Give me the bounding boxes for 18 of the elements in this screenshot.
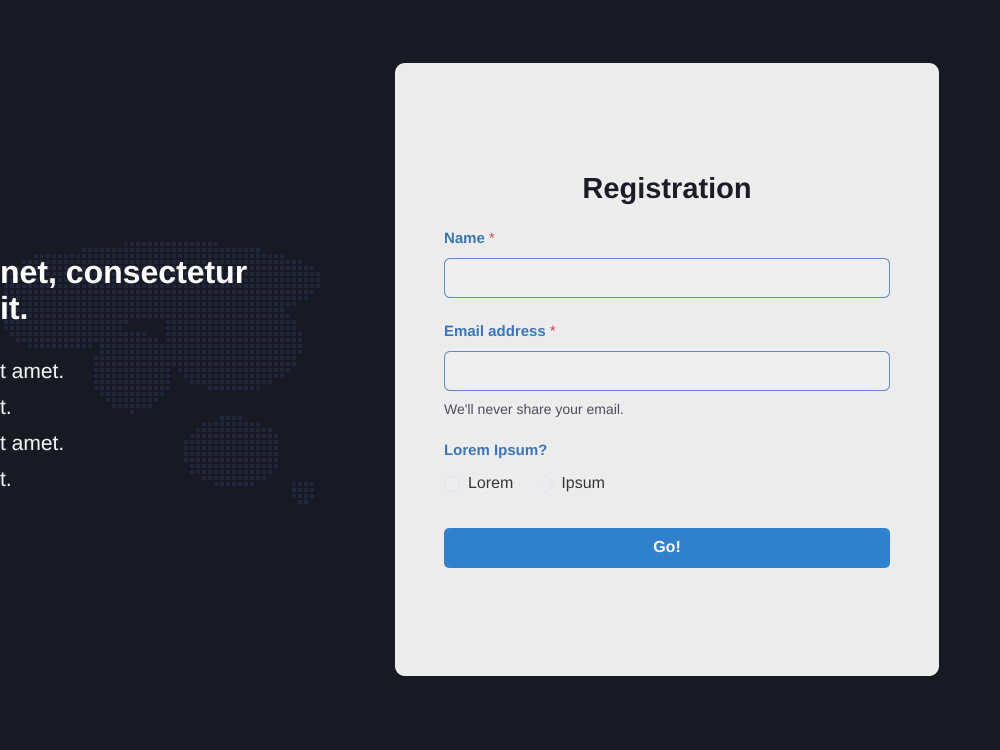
hero-text-line: t. xyxy=(0,395,12,421)
required-mark: * xyxy=(488,229,495,249)
hero-text-line: t amet. xyxy=(0,431,64,457)
hero-heading-line: net, consectetur xyxy=(0,254,248,290)
hero-heading-line: it. xyxy=(0,290,28,326)
hero-text-line: t. xyxy=(0,467,12,493)
radio-label[interactable]: Lorem xyxy=(468,473,514,495)
submit-button[interactable]: Go! xyxy=(444,528,890,568)
hero-text-line: t amet. xyxy=(0,359,64,385)
input-field[interactable] xyxy=(444,351,890,391)
required-mark: * xyxy=(550,322,556,342)
form-title: Registration xyxy=(582,172,752,207)
field-label: Email address xyxy=(444,322,546,342)
help-text: We'll never share your email. xyxy=(444,400,624,418)
field-label: Name xyxy=(444,229,485,249)
question-label: Lorem Ipsum? xyxy=(444,441,548,461)
input-field[interactable] xyxy=(444,258,890,298)
radio-label[interactable]: Ipsum xyxy=(561,473,605,495)
